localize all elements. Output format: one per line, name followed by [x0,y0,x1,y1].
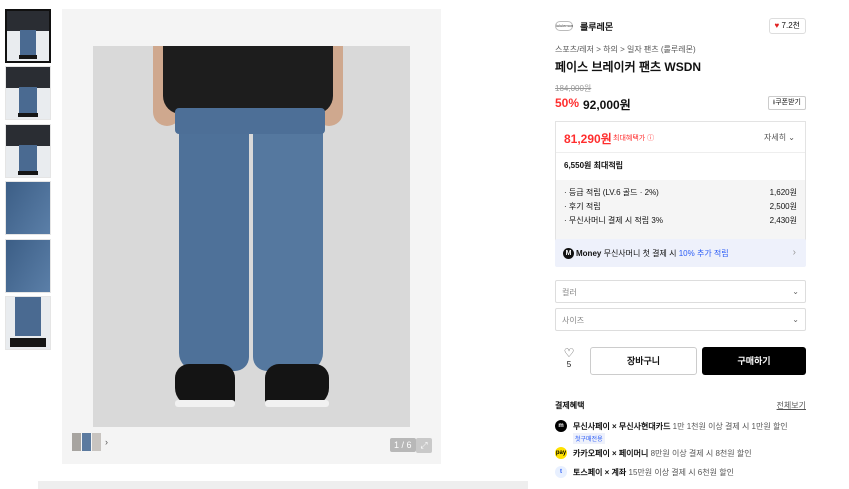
color-swatch-blue[interactable] [82,433,91,451]
color-swatch-gray[interactable] [72,433,81,451]
thumbnail-6[interactable] [5,295,51,350]
product-title: 페이스 브레이커 팬츠 WSDN [555,60,702,74]
chevron-down-icon: ⌄ [792,287,799,296]
color-swatch-light[interactable] [92,433,101,451]
thumbnail-list [5,9,51,353]
coupon-label: 쿠폰받기 [775,99,801,106]
discount-rate: 50% [555,96,580,110]
thumbnail-1[interactable] [5,9,51,63]
color-swatches[interactable]: › [72,433,108,451]
expand-icon[interactable]: ⤢ [416,438,432,453]
points-line: · 등급 적립 (LV.6 골드 · 2%) 1,620원 [564,188,797,197]
kakao-pay-icon: pay [555,447,567,459]
musinsa-money-banner[interactable]: M Money 무신사머니 첫 결제 시 10% 추가 적립 › [555,239,806,267]
max-points: 6,550원 최대적립 [564,161,624,170]
detail-toggle[interactable]: 자세히 ⌄ [764,132,795,143]
cart-button[interactable]: 장바구니 [590,347,697,375]
max-benefit-label: 최대혜택가 ⓘ [613,135,655,142]
breadcrumb[interactable]: 스포츠/레저 > 하의 > 일자 팬츠 (룰루레몬) [555,44,696,55]
size-select-placeholder: 사이즈 [562,316,585,325]
info-icon: ⓘ [647,135,655,142]
points-line: · 후기 적립 2,500원 [564,202,797,211]
heart-outline-icon: ♡ [563,346,575,360]
color-select-placeholder: 컬러 [562,288,577,297]
first-purchase-tag: 첫구매전용 [573,433,605,444]
points-line: · 무신사머니 결제 시 적립 3% 2,430원 [564,216,797,225]
buy-button[interactable]: 구매하기 [702,347,806,375]
max-benefit-box: 81,290원 최대혜택가 ⓘ 자세히 ⌄ 6,550원 최대적립 · 등급 적… [555,121,806,242]
like-count: 7.2천 [781,21,800,30]
thumbnail-3[interactable] [5,123,51,178]
money-icon: M [563,248,574,259]
musinsa-pay-icon: m [555,420,567,432]
thumbnail-2[interactable] [5,66,51,121]
coupon-button[interactable]: ⭳쿠폰받기 [767,96,806,110]
wishlist-count: 5 [566,360,572,369]
size-select[interactable]: 사이즈 ⌄ [555,308,806,331]
wishlist-button[interactable]: ♡ 5 [555,346,583,376]
see-all-link[interactable]: 전체보기 [777,400,806,411]
thumbnail-5[interactable] [5,238,51,293]
like-button[interactable]: ♥ 7.2천 [768,18,806,34]
max-benefit-price: 81,290원 [564,132,612,146]
points-breakdown: · 등급 적립 (LV.6 골드 · 2%) 1,620원 · 후기 적립 2,50… [556,180,805,241]
heart-icon: ♥ [774,21,780,30]
payment-benefits-heading: 결제혜택 [555,401,585,410]
money-banner-text: Money 무신사머니 첫 결제 시 10% 추가 적립 [576,249,729,258]
page-indicator: 1 / 6 [390,438,416,452]
sale-price: 92,000원 [583,98,631,112]
brand-row: lululemon 룰루레몬 ♥ 7.2천 [555,18,806,34]
chevron-right-icon[interactable]: › [105,437,108,447]
brand-name[interactable]: 룰루레몬 [580,20,613,33]
color-select[interactable]: 컬러 ⌄ [555,280,806,303]
original-price: 184,000원 [555,84,592,93]
main-product-image[interactable]: › 1 / 6 ⤢ [62,9,441,464]
toss-pay-icon: t [555,466,567,478]
chevron-down-icon: ⌄ [792,315,799,324]
chevron-right-icon: › [792,247,796,258]
chevron-down-icon: ⌄ [788,133,795,142]
tab-strip [38,481,528,489]
thumbnail-4[interactable] [5,181,51,236]
brand-logo[interactable]: lululemon [555,21,573,31]
product-photo [93,46,410,427]
